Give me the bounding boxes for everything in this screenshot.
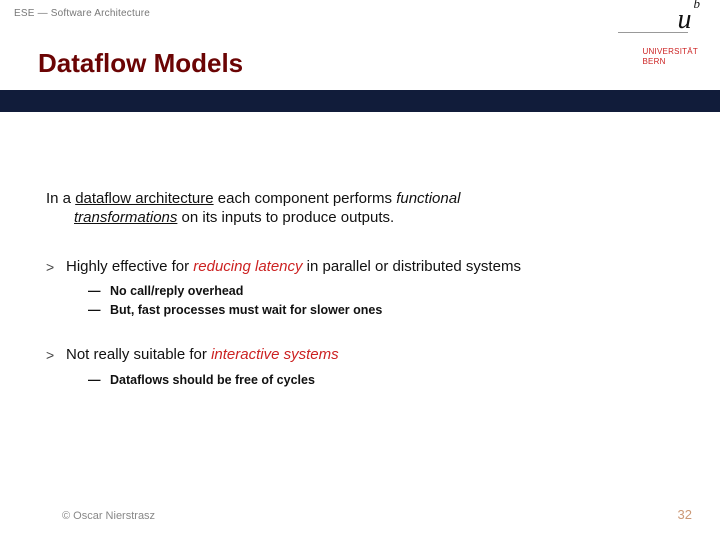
bullet-text: Highly effective for reducing latency in… <box>66 258 692 277</box>
page-title: Dataflow Models <box>38 48 243 79</box>
sub-text: But, fast processes must wait for slower… <box>110 301 382 320</box>
dash-icon: — <box>88 282 110 301</box>
bullet-text: Not really suitable for interactive syst… <box>66 346 692 365</box>
logo-letter-u: u <box>678 4 692 35</box>
bullet-tail: in parallel or distributed systems <box>303 258 521 275</box>
bullet-marker: > <box>46 346 66 365</box>
sub-text: No call/reply overhead <box>110 282 243 301</box>
intro-transformations: transformations <box>74 209 177 226</box>
dash-icon: — <box>88 301 110 320</box>
logo-mark: ub <box>678 4 699 36</box>
bullet-lead: Not really suitable for <box>66 346 211 363</box>
bullet-marker: > <box>46 258 66 277</box>
header-bar <box>0 90 720 112</box>
logo-line1: UNIVERSITÄT <box>642 47 698 57</box>
logo-subtext: UNIVERSITÄT BERN <box>618 47 698 66</box>
bullet-item: > Not really suitable for interactive sy… <box>46 346 692 390</box>
intro-pre: In a <box>46 190 75 207</box>
intro-term: dataflow architecture <box>75 190 213 207</box>
bullet-lead: Highly effective for <box>66 258 193 275</box>
bullet-item: > Highly effective for reducing latency … <box>46 258 692 320</box>
sub-list: — No call/reply overhead — But, fast pro… <box>88 282 692 320</box>
page-number: 32 <box>678 507 692 522</box>
bullet-highlight: reducing latency <box>193 258 302 275</box>
sub-text: Dataflows should be free of cycles <box>110 371 315 390</box>
logo-letter-b: b <box>694 0 701 11</box>
breadcrumb: ESE — Software Architecture <box>14 8 150 19</box>
dash-icon: — <box>88 371 110 390</box>
sub-item: — But, fast processes must wait for slow… <box>88 301 692 320</box>
bullet-highlight: interactive systems <box>211 346 339 363</box>
university-logo: ub UNIVERSITÄT BERN <box>618 4 698 66</box>
intro-functional: functional <box>396 190 460 207</box>
intro-mid: each component performs <box>214 190 397 207</box>
sub-list: — Dataflows should be free of cycles <box>88 371 692 390</box>
intro-paragraph: In a dataflow architecture each componen… <box>46 190 692 228</box>
intro-tail: on its inputs to produce outputs. <box>177 209 394 226</box>
footer-copyright: © Oscar Nierstrasz <box>62 510 155 522</box>
slide-body: In a dataflow architecture each componen… <box>46 190 692 415</box>
logo-line2: BERN <box>642 57 698 67</box>
sub-item: — Dataflows should be free of cycles <box>88 371 692 390</box>
sub-item: — No call/reply overhead <box>88 282 692 301</box>
